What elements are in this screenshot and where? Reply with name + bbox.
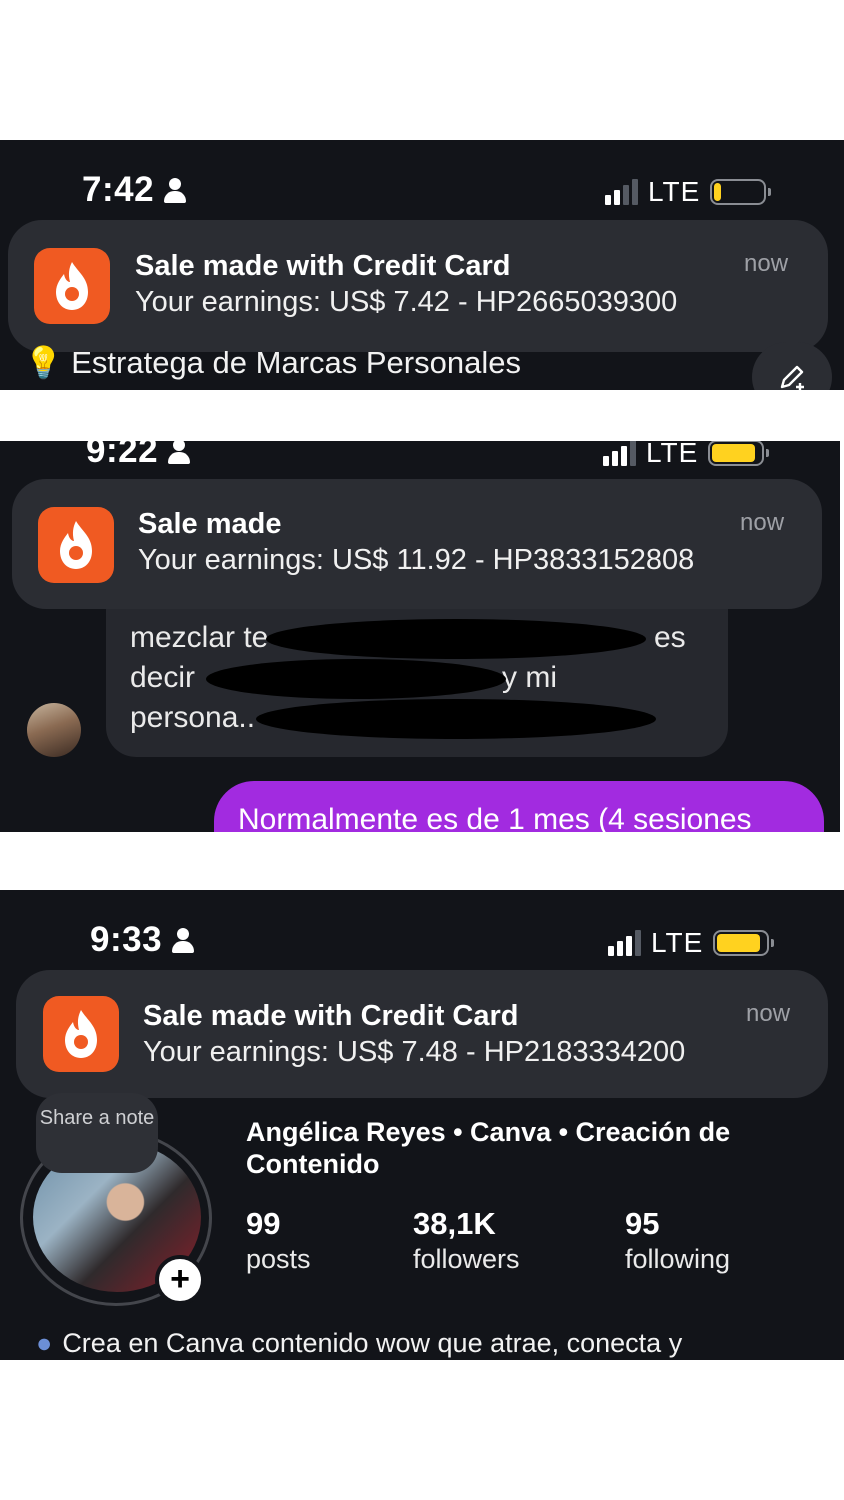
time-label: 9:33 [90,920,163,959]
lightbulb-icon: 💡 [24,345,63,380]
network-label: LTE [651,927,704,958]
add-story-plus-icon[interactable]: + [155,1255,205,1305]
chat-line-2: decir [130,661,196,694]
posts-label[interactable]: posts [246,1244,311,1275]
screenshot-1: 7:42 LTE Sale made with Credit Card Your… [0,140,844,390]
time-label: 7:42 [82,170,155,209]
profile-name: Angélica Reyes • Canva • Creación de Con… [246,1117,731,1179]
hotmart-flame-icon [38,507,114,583]
sender-avatar[interactable] [27,703,81,757]
followers-label[interactable]: followers [413,1244,520,1275]
status-bar-right: LTE [608,927,775,959]
screenshot-2: 9:22 LTE ​ mezclar te es decir y mi pers… [0,441,840,832]
network-label: LTE [648,176,701,207]
bio-text: Estratega de Marcas Personales [71,345,521,380]
notification-title: Sale made with Credit Card [135,250,511,282]
profile-bio-line: 💡 Estratega de Marcas Personales [24,344,521,381]
share-note-label: Share a note [39,1107,155,1129]
signal-icon [608,930,641,956]
chat-line-1: mezclar te [130,621,269,654]
battery-icon [710,179,772,205]
person-icon [166,441,192,464]
redaction-scribble [206,659,506,699]
network-label: LTE [646,441,699,468]
signal-icon [605,179,638,205]
received-message-bubble: mezclar te es decir y mi persona.. [106,591,728,757]
sent-message-bubble: Normalmente es de 1 mes (4 sesiones [214,781,824,832]
profile-bio: ● Crea en Canva contenido wow que atrae,… [36,1328,682,1359]
notification-body: Your earnings: US$ 7.48 - HP2183334200 [143,1036,686,1068]
sale-notification[interactable]: Sale made with Credit Card Your earnings… [8,220,828,352]
person-icon [162,177,188,203]
chat-line-1-end: es [654,621,686,654]
notification-body: Your earnings: US$ 11.92 - HP3833152808 [138,544,695,576]
sent-message-text: Normalmente es de 1 mes (4 sesiones [238,803,752,832]
battery-icon [713,930,775,956]
edit-note-button[interactable] [752,342,832,390]
blueberries-icon: ● [36,1328,53,1358]
battery-icon [708,441,770,466]
following-count[interactable]: 95 [625,1206,659,1242]
chat-line-2-end: y mi [502,661,557,694]
hotmart-flame-icon [43,996,119,1072]
bio-text: Crea en Canva contenido wow que atrae, c… [62,1328,683,1358]
share-note-bubble[interactable]: Share a note [36,1093,158,1173]
sale-notification[interactable]: Sale made with Credit Card Your earnings… [16,970,828,1098]
pencil-plus-icon [780,365,804,390]
posts-count[interactable]: 99 [246,1206,280,1242]
notification-body: Your earnings: US$ 7.42 - HP2665039300 [135,286,678,318]
hotmart-flame-icon [34,248,110,324]
notification-time: now [744,250,789,277]
following-label[interactable]: following [625,1244,730,1275]
status-bar-time: 9:22 [86,441,192,471]
notification-time: now [746,1000,791,1027]
notification-time: now [740,509,785,536]
notification-title: Sale made with Credit Card [143,1000,519,1032]
status-bar-time: 9:33 [90,920,196,960]
chat-line-3: persona.. [130,701,256,734]
time-label: 9:22 [86,441,159,470]
sale-notification[interactable]: Sale made Your earnings: US$ 11.92 - HP3… [12,479,822,609]
status-bar-time: 7:42 [82,170,188,210]
status-bar-right: LTE [603,441,770,469]
screenshot-3: 9:33 LTE Sale made with Credit Card Your… [0,890,844,1360]
followers-count[interactable]: 38,1K [413,1206,496,1242]
person-icon [170,927,196,953]
signal-icon [603,441,636,466]
redaction-scribble [256,699,656,739]
status-bar-right: LTE [605,176,772,208]
notification-title: Sale made [138,508,282,540]
redaction-scribble [266,619,646,659]
